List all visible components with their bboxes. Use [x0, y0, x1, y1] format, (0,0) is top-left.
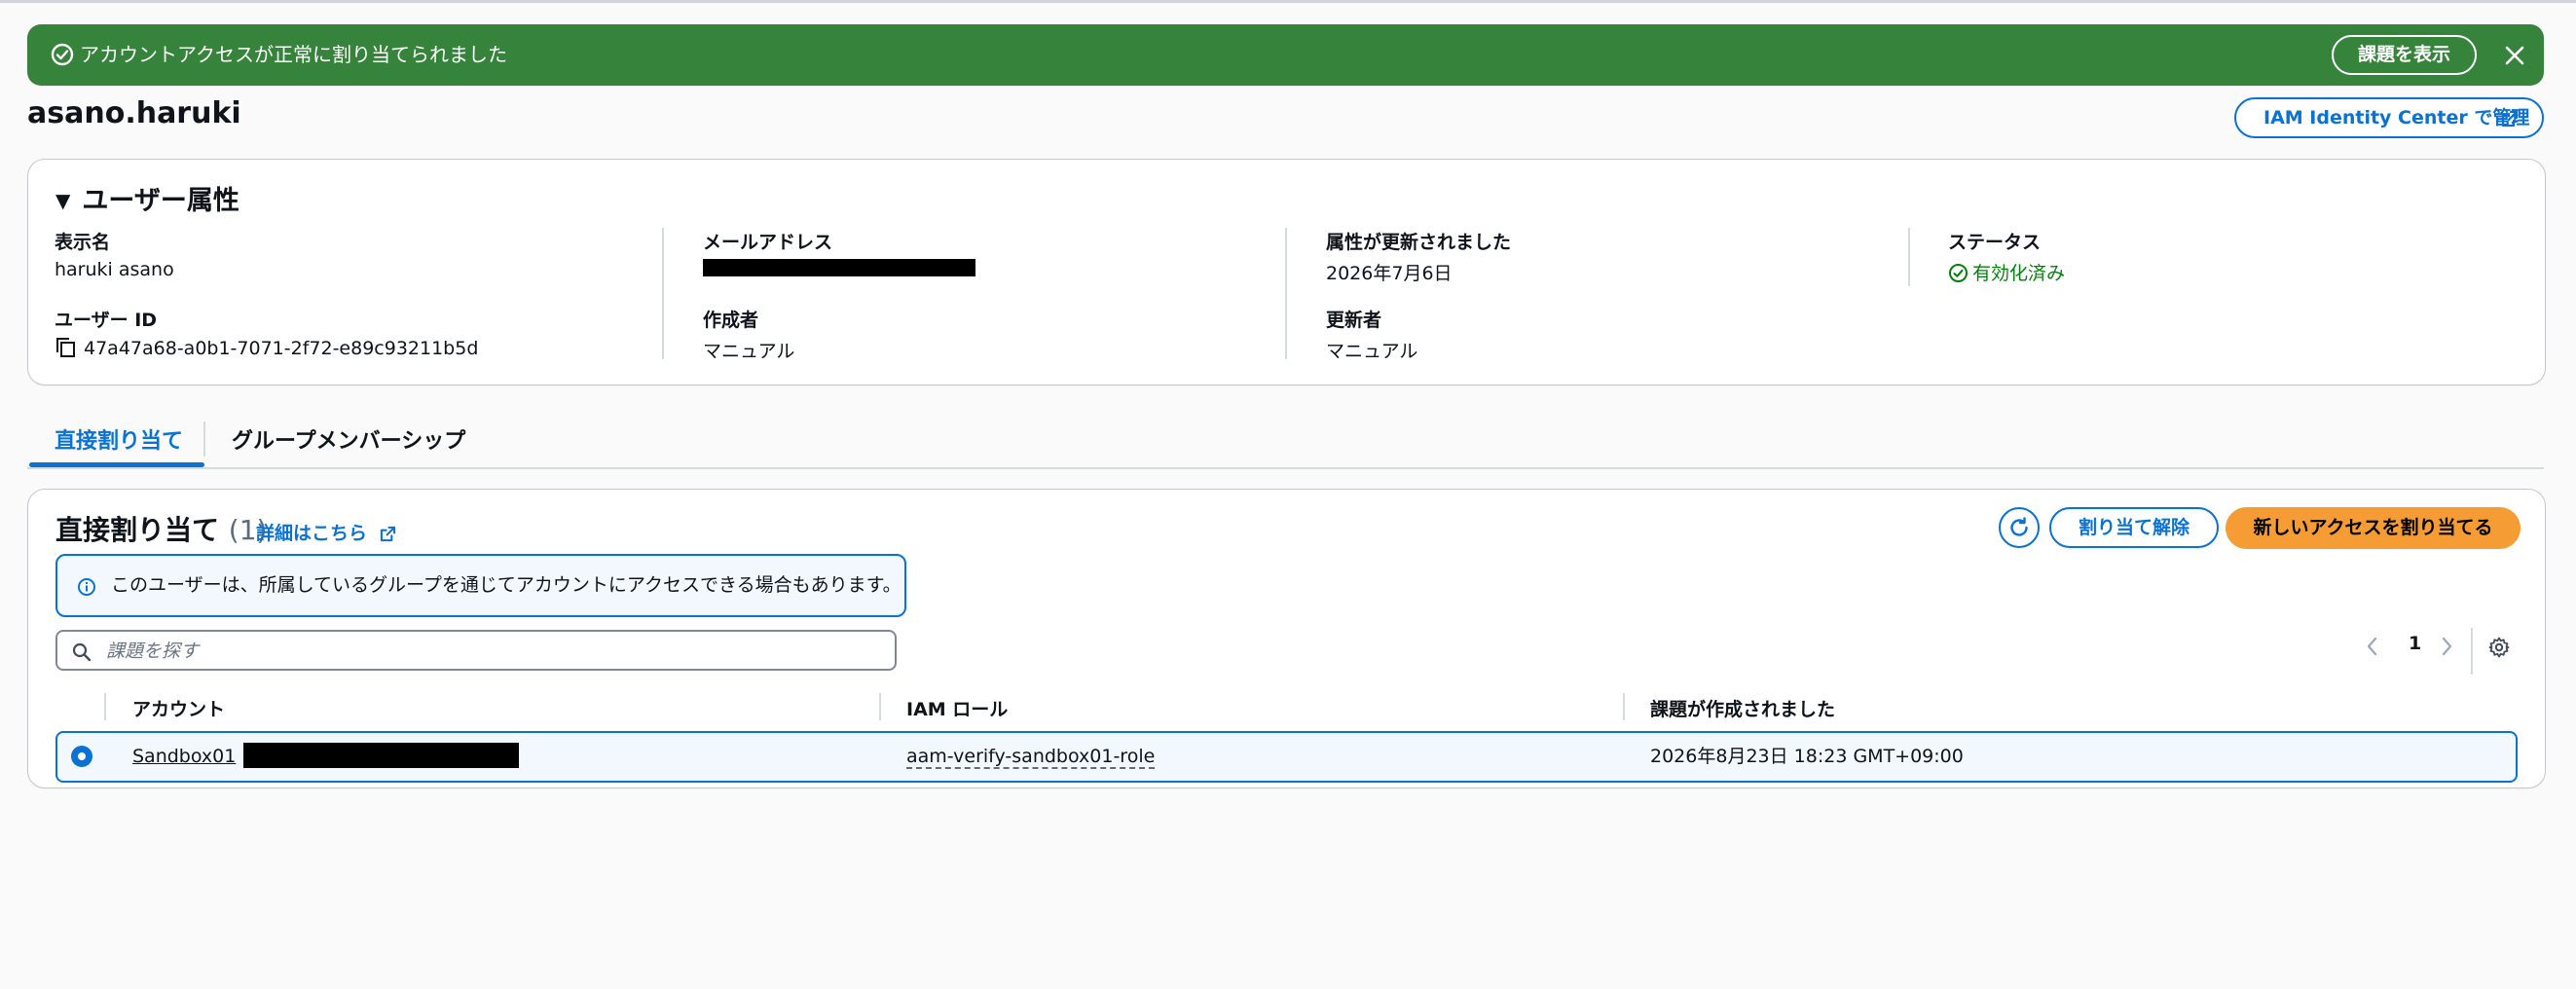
- copy-icon[interactable]: [55, 337, 78, 358]
- search-field[interactable]: [55, 630, 897, 671]
- created-by-field: 作成者 マニュアル: [703, 306, 794, 363]
- display-name-value: haruki asano: [55, 259, 174, 280]
- updated-by-value: マニュアル: [1326, 341, 1418, 362]
- assign-new-access-button[interactable]: 新しいアクセスを割り当てる: [2226, 507, 2521, 549]
- tabs-rule: [27, 467, 2544, 469]
- email-field: メールアドレス: [703, 228, 975, 281]
- search-icon: [72, 642, 92, 662]
- search-input[interactable]: [104, 636, 887, 667]
- info-alert: このユーザーは、所属しているグループを通じてアカウントにアクセスできる場合もあり…: [55, 554, 906, 617]
- caret-down-icon: ▼: [55, 189, 71, 212]
- manage-button-label: IAM Identity Center で管理: [2263, 107, 2530, 128]
- status-value: 有効化済み: [1972, 263, 2066, 284]
- header-separator: [879, 693, 881, 720]
- chevron-right-icon[interactable]: [2441, 636, 2454, 657]
- row-select-radio[interactable]: [71, 746, 92, 767]
- email-redaction: [703, 259, 975, 276]
- column-divider: [1908, 228, 1910, 286]
- column-divider: [662, 228, 664, 359]
- user-attributes-panel: ▼ ユーザー属性 表示名 haruki asano ユーザー ID 47a47a6…: [27, 159, 2546, 385]
- success-check-icon: [51, 43, 74, 66]
- user-id-label: ユーザー ID: [55, 310, 158, 331]
- unassign-button[interactable]: 割り当て解除: [2049, 507, 2219, 548]
- column-header-iam-role[interactable]: IAM ロール: [906, 695, 1008, 721]
- external-link-icon: [380, 526, 395, 542]
- external-link-icon: [2501, 110, 2519, 128]
- assignments-title-label: 直接割り当て: [55, 514, 220, 546]
- check-circle-icon: [1949, 264, 1968, 282]
- pager-separator: [2471, 628, 2473, 675]
- tab-separator: [203, 421, 205, 457]
- display-name-field: 表示名 haruki asano: [55, 228, 174, 280]
- top-border: [0, 0, 2576, 3]
- assignments-title: 直接割り当て (1): [55, 509, 267, 548]
- user-id-field: ユーザー ID 47a47a68-a0b1-7071-2f72-e89c9321…: [55, 306, 478, 359]
- display-name-label: 表示名: [55, 232, 111, 253]
- tab-group-memberships[interactable]: グループメンバーシップ: [232, 423, 465, 455]
- manage-in-identity-center-button[interactable]: IAM Identity Center で管理: [2234, 97, 2544, 138]
- flash-message: アカウントアクセスが正常に割り当てられました: [80, 43, 507, 66]
- updated-label: 属性が更新されました: [1326, 232, 1512, 253]
- learn-more-link[interactable]: 詳細はこちら: [256, 519, 396, 545]
- account-link[interactable]: Sandbox01: [132, 746, 236, 767]
- info-alert-text: このユーザーは、所属しているグループを通じてアカウントにアクセスできる場合もあり…: [111, 574, 902, 596]
- header-separator: [1623, 693, 1625, 720]
- account-id-redaction: [243, 743, 520, 768]
- gear-icon[interactable]: [2488, 637, 2510, 658]
- updated-value: 2026年7月6日: [1326, 263, 1453, 284]
- success-flashbar: アカウントアクセスが正常に割り当てられました 課題を表示: [27, 24, 2544, 86]
- email-label: メールアドレス: [703, 232, 833, 253]
- learn-more-label: 詳細はこちら: [256, 523, 368, 544]
- created-date-cell: 2026年8月23日 18:23 GMT+09:00: [1650, 746, 1964, 767]
- view-issue-button[interactable]: 課題を表示: [2332, 35, 2477, 75]
- user-id-value: 47a47a68-a0b1-7071-2f72-e89c93211b5d: [84, 338, 479, 359]
- updated-by-field: 更新者 マニュアル: [1326, 306, 1417, 363]
- status-field: ステータス 有効化済み: [1948, 228, 2065, 285]
- current-page[interactable]: 1: [2409, 633, 2421, 654]
- iam-role-link[interactable]: aam-verify-sandbox01-role: [906, 746, 1156, 769]
- refresh-button[interactable]: [1999, 507, 2040, 548]
- table-row[interactable]: Sandbox01 aam-verify-sandbox01-role 2026…: [55, 731, 2518, 783]
- page-title: asano.haruki: [27, 96, 241, 130]
- column-header-created[interactable]: 課題が作成されました: [1650, 695, 1835, 721]
- chevron-left-icon[interactable]: [2365, 636, 2378, 657]
- info-icon: [78, 578, 95, 596]
- column-divider: [1285, 228, 1287, 359]
- status-badge: 有効化済み: [1948, 259, 2065, 285]
- updated-by-label: 更新者: [1326, 310, 1382, 331]
- status-label: ステータス: [1948, 232, 2042, 253]
- attributes-heading[interactable]: ▼ ユーザー属性: [55, 179, 239, 217]
- active-tab-indicator: [29, 462, 204, 467]
- column-header-account[interactable]: アカウント: [132, 695, 225, 721]
- attributes-heading-label: ユーザー属性: [82, 186, 239, 216]
- direct-assignments-panel: 直接割り当て (1) 詳細はこちら 割り当て解除 新しいアクセスを割り当てる こ…: [27, 489, 2546, 788]
- refresh-icon: [2010, 517, 2028, 536]
- close-icon[interactable]: [2502, 43, 2527, 68]
- tab-direct-assignments[interactable]: 直接割り当て: [55, 423, 183, 455]
- updated-field: 属性が更新されました 2026年7月6日: [1326, 228, 1511, 285]
- created-by-value: マニュアル: [703, 341, 795, 362]
- created-by-label: 作成者: [703, 310, 759, 331]
- header-separator: [104, 693, 106, 720]
